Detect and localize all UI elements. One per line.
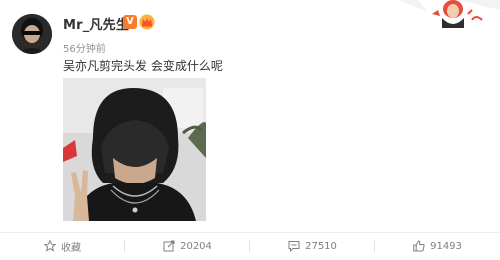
post-timestamp[interactable]: 56分钟前 (63, 40, 106, 55)
verified-badge: V (123, 15, 137, 29)
favorite-label: 收藏 (61, 242, 81, 254)
avatar[interactable] (12, 14, 52, 54)
crown-icon (139, 14, 155, 30)
comment-button[interactable]: 27510 (250, 232, 375, 260)
star-icon (44, 240, 56, 252)
thumbs-up-icon (413, 240, 425, 252)
card-decoration (398, 0, 500, 28)
post-image[interactable] (63, 78, 206, 221)
weibo-post: Mr_凡先生 V 56分钟前 吴亦凡剪完头发 会变成什么呢 收藏 20204 2… (0, 0, 500, 260)
author-name[interactable]: Mr_凡先生 (63, 14, 129, 33)
comment-icon (288, 240, 300, 252)
repost-count: 20204 (180, 240, 212, 252)
repost-button[interactable]: 20204 (125, 232, 250, 260)
post-text: 吴亦凡剪完头发 会变成什么呢 (63, 59, 223, 73)
favorite-button[interactable]: 收藏 (0, 232, 125, 260)
repost-icon (163, 240, 175, 252)
comment-count: 27510 (305, 240, 337, 252)
like-button[interactable]: 91493 (375, 232, 500, 260)
like-count: 91493 (430, 240, 462, 252)
